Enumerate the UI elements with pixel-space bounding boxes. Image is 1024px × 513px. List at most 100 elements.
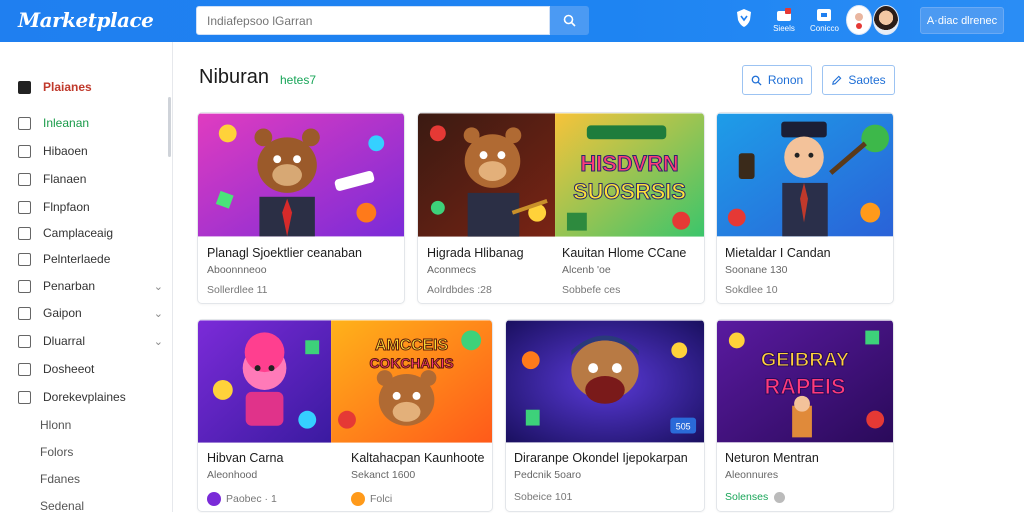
- page-title-badge: hetes7: [280, 73, 317, 87]
- document-icon: [18, 200, 31, 214]
- search-icon: [751, 75, 762, 86]
- sidebar-item[interactable]: Dorekevplaines: [18, 386, 163, 408]
- sidebar-item[interactable]: Pelnterlaede: [18, 248, 163, 270]
- sidebar-item-label: Dluarral: [43, 334, 86, 348]
- shield-icon[interactable]: [732, 8, 756, 36]
- sidebar-item-label: Plaianes: [43, 80, 92, 94]
- card-meta: Sobbefe ces: [562, 284, 621, 296]
- chevron-down-icon[interactable]: ⌄: [154, 307, 163, 320]
- product-card-1[interactable]: Planagl Sjoektlier ceanaban Aboonnneoo S…: [197, 112, 405, 304]
- card-meta: Solenses: [725, 491, 769, 503]
- card-title: Kaltahacpan Kaunhoote: [351, 451, 485, 465]
- sidebar-item[interactable]: Gaipon ⌄: [18, 302, 163, 324]
- sidebar-item-label: Penarban: [43, 279, 96, 293]
- card-thumbnail: AMCCEIS COKCHAKIS: [198, 320, 492, 443]
- app-logo[interactable]: Marketplace: [18, 8, 154, 32]
- card-title: Planagl Sjoektlier ceanaban: [207, 246, 362, 260]
- sidebar-scrollbar[interactable]: [168, 97, 171, 157]
- sidebar-item-label: Camplaceaig: [43, 226, 114, 240]
- card-thumbnail: [198, 113, 404, 237]
- sidebar-item-label: Pelnterlaede: [43, 252, 111, 266]
- header-action-button[interactable]: A·diac dlrenec: [920, 7, 1004, 34]
- sidebar-item[interactable]: Penarban ⌄: [18, 275, 163, 297]
- saotes-button-label: Saotes: [848, 73, 886, 87]
- seller-avatar-icon: [351, 492, 365, 506]
- user-avatar[interactable]: [873, 5, 899, 35]
- top-bar: Marketplace Sieels Conicco A·diac dlrene…: [0, 0, 1024, 42]
- svg-text:RAPEIS: RAPEIS: [765, 374, 846, 399]
- card-meta: Sollerdlee 11: [207, 284, 268, 296]
- card-thumbnail: GEIBRAY RAPEIS: [717, 320, 893, 443]
- gear-icon: [18, 306, 31, 320]
- card-title: Diraranpe Okondel Ijepokarpan: [514, 451, 688, 465]
- people-icon: [18, 144, 31, 158]
- card-subtitle: Aconmecs: [427, 264, 477, 276]
- home-icon: [18, 80, 31, 94]
- sidebar-item-label: Gaipon: [43, 306, 82, 320]
- gift-icon[interactable]: Sieels: [770, 8, 798, 36]
- sidebar-item[interactable]: Inleanan: [18, 112, 163, 134]
- layers-icon: [18, 226, 31, 240]
- chevron-down-icon[interactable]: ⌄: [154, 280, 163, 293]
- sidebar-subitem[interactable]: Sedenal: [40, 499, 84, 513]
- tag-icon: [18, 116, 31, 130]
- info-icon: [774, 491, 786, 503]
- sidebar-subitem[interactable]: Folors: [40, 445, 73, 459]
- sidebar-item-label: Dorekevplaines: [43, 390, 126, 404]
- product-card-4[interactable]: AMCCEIS COKCHAKIS Hibvan Carna Aleonhood…: [197, 319, 493, 512]
- card-title: Mietaldar I Candan: [725, 246, 831, 260]
- card-thumbnail: 505: [506, 320, 704, 443]
- card-subtitle: Aleonnures: [725, 469, 779, 481]
- svg-text:HISDVRN: HISDVRN: [580, 151, 678, 176]
- sidebar-item[interactable]: Dluarral ⌄: [18, 330, 163, 352]
- search-ronon-button[interactable]: Ronon: [742, 65, 812, 95]
- file-icon: [18, 362, 31, 376]
- chevron-down-icon[interactable]: ⌄: [154, 335, 163, 348]
- doc-icon: [18, 252, 31, 266]
- avatar[interactable]: [846, 5, 872, 35]
- svg-text:GEIBRAY: GEIBRAY: [761, 349, 849, 371]
- sidebar-item[interactable]: Dosheeot: [18, 358, 163, 380]
- sidebar-item[interactable]: Hibaoen: [18, 140, 163, 162]
- card-icon: [18, 279, 31, 293]
- card-meta: Folci: [370, 493, 393, 505]
- sidebar-item[interactable]: Flnpfaon: [18, 196, 163, 218]
- home-icon: [18, 390, 31, 404]
- card-subtitle: Aleonhood: [207, 469, 258, 481]
- sidebar-subitem[interactable]: Fdanes: [40, 472, 80, 486]
- card-meta: Aolrdbdes :28: [427, 284, 492, 296]
- svg-text:AMCCEIS: AMCCEIS: [375, 337, 448, 354]
- sidebar-item[interactable]: Camplaceaig: [18, 222, 163, 244]
- svg-text:COKCHAKIS: COKCHAKIS: [369, 355, 453, 371]
- search-input[interactable]: [196, 6, 550, 35]
- search-icon: [563, 14, 576, 27]
- saotes-button[interactable]: Saotes: [822, 65, 895, 95]
- sidebar-item-label: Dosheeot: [43, 362, 95, 376]
- image-icon: [18, 172, 31, 186]
- store-label: Conicco: [810, 24, 839, 33]
- card-subtitle: Pedcnik 5oaro: [514, 469, 582, 481]
- seller-avatar-icon: [207, 492, 221, 506]
- card-title: Hibvan Carna: [207, 451, 284, 465]
- product-card-2[interactable]: HISDVRN SUOSRSIS Higrada Hlibanag Aconme…: [417, 112, 705, 304]
- card-subtitle: Aboonnneoo: [207, 264, 267, 276]
- card-subtitle: Sekanct 1600: [351, 469, 416, 481]
- edit-icon: [832, 75, 842, 85]
- card-meta-row: Paobec · 1: [207, 492, 277, 506]
- product-card-6[interactable]: GEIBRAY RAPEIS Neturon Mentran Aleonnure…: [716, 319, 894, 512]
- store-icon[interactable]: Conicco: [810, 8, 839, 36]
- card-meta: Sobeice 101: [514, 491, 573, 503]
- sidebar-item-label: Hibaoen: [43, 144, 88, 158]
- card-meta: Sokdlee 10: [725, 284, 778, 296]
- card-title: Higrada Hlibanag: [427, 246, 524, 260]
- page-title: Niburan: [199, 66, 270, 88]
- sidebar-item[interactable]: Plaianes: [18, 76, 163, 98]
- search-button[interactable]: [550, 6, 589, 35]
- sidebar-subitem[interactable]: Hlonn: [40, 418, 71, 432]
- card-title: Neturon Mentran: [725, 451, 819, 465]
- card-badge: 505: [676, 422, 691, 432]
- sidebar-item[interactable]: Flanaen: [18, 168, 163, 190]
- ronon-button-label: Ronon: [767, 73, 804, 87]
- product-card-5[interactable]: 505 Diraranpe Okondel Ijepokarpan Pedcni…: [505, 319, 705, 512]
- product-card-3[interactable]: Mietaldar I Candan Soonane 130 Sokdlee 1…: [716, 112, 894, 304]
